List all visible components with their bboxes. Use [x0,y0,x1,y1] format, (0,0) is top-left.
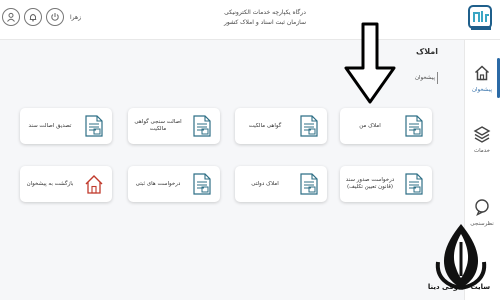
user-icon [7,12,15,22]
document-icon [405,115,423,137]
card-deed-issuance-request[interactable]: درخواست صدور سند (قانون تعیین تکلیف) [340,166,432,202]
card-label: تصدیق اصالت سند [28,122,72,129]
card-label: درخواست های ثبتی [135,180,181,187]
portal-title-line-1: درگاه یکپارچه خدمات الکترونیکی [224,9,306,16]
card-label: بازگشت به پیشخوان [26,180,74,187]
card-deed-authentication[interactable]: تصدیق اصالت سند [20,108,112,144]
house-icon [85,175,103,194]
portal-title-line-2: سازمان ثبت اسناد و املاک کشور [223,19,307,26]
breadcrumb-divider [437,72,438,84]
page-title: املاک [416,47,438,56]
document-icon [405,173,423,195]
bell-icon [29,14,37,22]
document-icon [193,173,211,195]
card-my-properties[interactable]: املاک من [340,108,432,144]
card-back-to-dashboard[interactable]: بازگشت به پیشخوان [20,166,112,202]
document-icon [300,173,318,195]
home-icon [474,65,490,81]
portal-title: درگاه یکپارچه خدمات الکترونیکی سازمان ثب… [200,8,330,28]
notifications-button[interactable] [24,8,42,26]
down-arrow-annotation [344,22,396,104]
watermark-text: سایت حقوقی دینا [427,283,491,291]
card-label: املاک من [359,122,381,129]
power-icon [51,13,59,21]
card-label: گواهی مالکیت [248,122,282,129]
card-registration-requests[interactable]: درخواست های ثبتی [128,166,220,202]
card-label: اصالت سنجی گواهی مالکیت [134,119,182,132]
layers-icon [473,126,491,143]
document-icon [300,115,318,137]
chat-icon [475,199,489,216]
card-government-properties[interactable]: املاک دولتی [235,166,327,202]
sidebar-item-label: پیشخوان [471,87,493,93]
breadcrumb[interactable]: پیشخوان [415,75,435,81]
sidebar-item-services[interactable]: خدمات [464,125,500,154]
card-label: املاک دولتی [251,180,279,187]
document-icon [85,115,103,137]
document-icon [193,115,211,137]
profile-button[interactable] [2,8,20,26]
watermark-logo [435,224,487,290]
card-ownership-certificate[interactable]: گواهی مالکیت [235,108,327,144]
user-block: زهرا [2,8,81,26]
user-name: زهرا [70,13,82,21]
logout-button[interactable] [46,8,64,26]
sidebar-item-label: خدمات [473,148,491,154]
card-label: درخواست صدور سند (قانون تعیین تکلیف) [345,177,395,190]
top-bar: درگاه یکپارچه خدمات الکترونیکی سازمان ثب… [0,0,500,40]
card-certificate-verification[interactable]: اصالت سنجی گواهی مالکیت [128,108,220,144]
app-logo [468,5,492,30]
sidebar-item-dashboard[interactable]: پیشخوان [464,64,500,93]
